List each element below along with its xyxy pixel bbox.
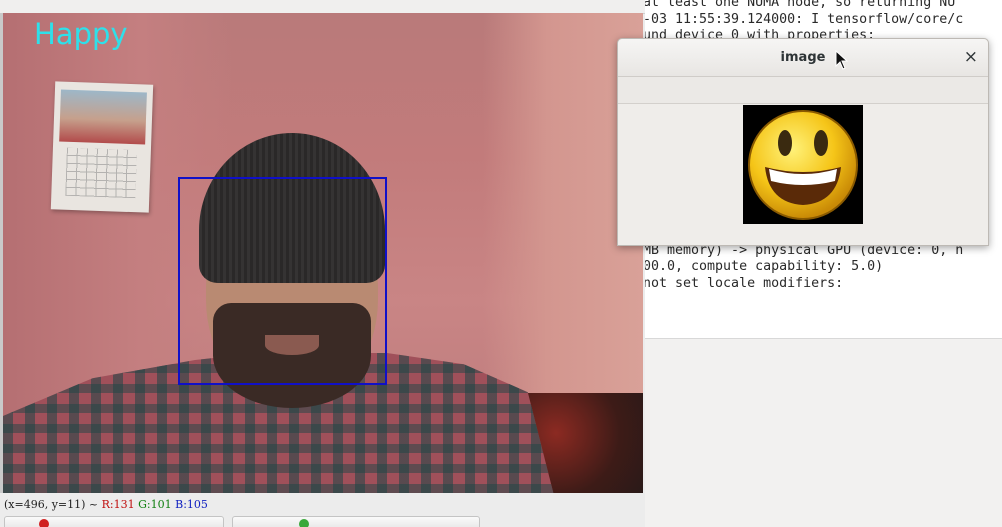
emotion-label: Happy	[34, 17, 128, 51]
terminal-line: -03 11:55:39.124000: I tensorflow/core/c	[643, 11, 964, 27]
terminal-line: at least one NUMA node, so returning NU	[643, 0, 956, 10]
bottom-button-left[interactable]	[4, 516, 224, 527]
wall-calendar	[50, 81, 154, 213]
dialog-titlebar[interactable]: image ×	[618, 39, 988, 77]
face-detection-box	[178, 177, 387, 385]
bottom-button-right[interactable]	[232, 516, 480, 527]
blue-value: B:105	[175, 498, 208, 511]
green-value: G:101	[138, 498, 172, 511]
calendar-photo	[59, 89, 147, 145]
power-icon	[299, 519, 309, 527]
close-icon[interactable]: ×	[964, 47, 978, 67]
webcam-window: Happy (x=496, y=11) ~ R:131 G:101 B:105	[0, 0, 645, 527]
calendar-grid	[65, 147, 137, 199]
webcam-frame: Happy	[3, 13, 643, 493]
mouse-cursor-icon	[835, 49, 849, 74]
window-top-strip	[0, 0, 645, 14]
dialog-toolbar	[618, 77, 988, 104]
red-value: R:131	[101, 498, 135, 511]
terminal-line: 00.0, compute capability: 5.0)	[643, 259, 884, 274]
terminal-line: not set locale modifiers:	[643, 275, 844, 291]
bottom-toolbar	[0, 513, 645, 527]
image-dialog: image ×	[617, 38, 989, 246]
dialog-title: image	[780, 50, 826, 65]
pixel-status-bar: (x=496, y=11) ~ R:131 G:101 B:105	[0, 497, 645, 513]
stop-icon	[39, 519, 49, 527]
grinning-face-icon	[743, 105, 863, 224]
cursor-coords: (x=496, y=11) ~	[4, 498, 99, 511]
